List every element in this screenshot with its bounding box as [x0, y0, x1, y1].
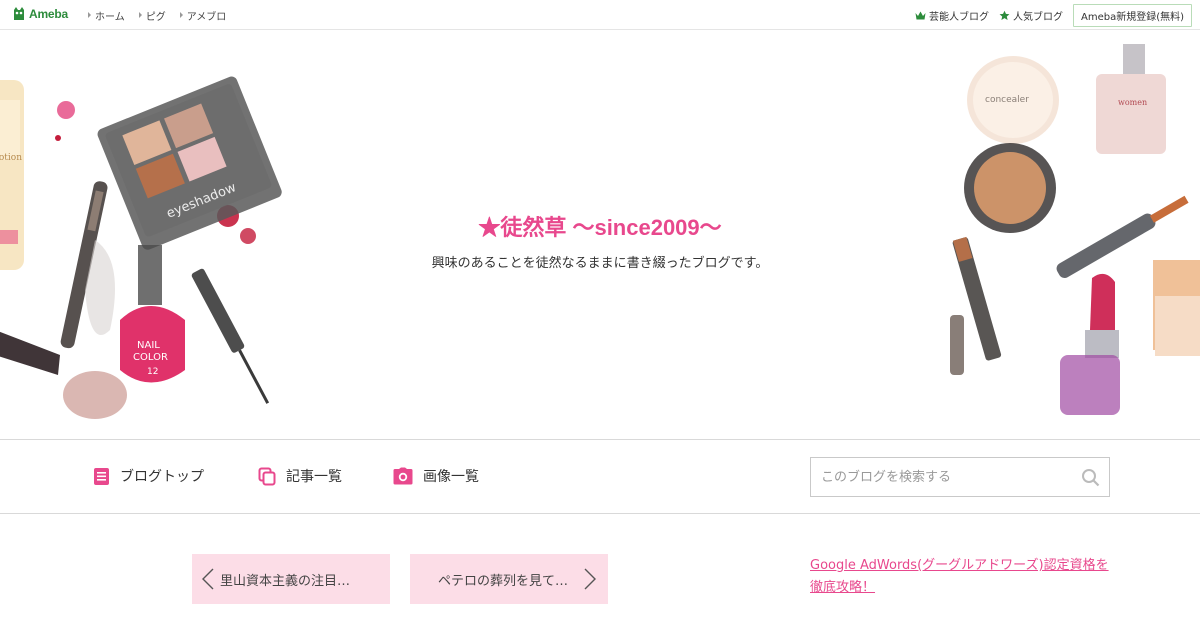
ameba-mascot-icon [14, 7, 24, 20]
nail-label-number: 12 [147, 367, 158, 377]
blog-title[interactable]: ★徒然草 ～since2009～ [0, 210, 1200, 242]
nav-item-label: 画像一覧 [423, 469, 479, 485]
prev-article-button[interactable]: 里山資本主義の注目… [192, 554, 390, 604]
top-nav-ameblo[interactable]: アメブロ [179, 8, 227, 23]
camera-icon [393, 467, 413, 485]
celebrity-blog-label: 芸能人ブログ [928, 11, 989, 23]
chevron-right-icon [584, 568, 596, 590]
nail-label-2: COLOR [133, 352, 168, 363]
search-input[interactable] [811, 459, 1071, 495]
nav-item-label: ブログトップ [120, 469, 204, 485]
adwords-link[interactable]: Google AdWords(グーグルアドワーズ)認定資格を徹底攻略！ [810, 555, 1120, 599]
arrow-right-icon [179, 12, 183, 18]
arrow-right-icon [138, 12, 142, 18]
ameba-logo[interactable]: Ameba [12, 6, 68, 22]
nail-label-1: NAIL [137, 340, 160, 351]
star-icon [999, 10, 1010, 20]
prev-article-label: 里山資本主義の注目… [220, 573, 351, 589]
top-nav-label: ホーム [95, 11, 125, 23]
next-article-label: ペテロの葬列を見て… [438, 573, 569, 589]
top-nav-pigg[interactable]: ピグ [138, 8, 166, 23]
celebrity-blog-link[interactable]: 芸能人ブログ [915, 8, 989, 23]
arrow-right-icon [88, 12, 91, 18]
blog-header: lotion eyeshadow NAIL COLOR 12 [0, 30, 1200, 440]
top-nav-label: アメブロ [186, 11, 227, 23]
blog-description: 興味のあることを徒然なるままに書き綴ったブログです。 [431, 256, 769, 271]
next-article-button[interactable]: ペテロの葬列を見て… [410, 554, 608, 604]
popular-blog-label: 人気ブログ [1012, 11, 1063, 23]
nav-blog-top[interactable]: ブログトップ [93, 466, 204, 486]
top-nav-home[interactable]: ホーム [88, 8, 125, 23]
crown-icon [915, 11, 926, 19]
top-nav-label: ピグ [145, 11, 166, 23]
signup-button[interactable]: Ameba新規登録(無料) [1072, 3, 1192, 27]
nav-article-list[interactable]: 記事一覧 [258, 466, 342, 486]
top-bar: Ameba ホーム ピグ アメブロ 芸能人ブログ 人気ブログ Ameba新規登録… [0, 0, 1200, 30]
document-icon [94, 467, 109, 485]
top-right-links: 芸能人ブログ 人気ブログ Ameba新規登録(無料) [915, 0, 1192, 30]
nav-image-list[interactable]: 画像一覧 [393, 466, 479, 486]
blog-search [810, 457, 1110, 497]
svg-text:lotion: lotion [0, 153, 22, 163]
compact-label: concealer [985, 95, 1029, 105]
nav-item-label: 記事一覧 [286, 469, 342, 485]
blog-nav: ブログトップ 記事一覧 画像一覧 [0, 441, 1200, 514]
copy-icon [258, 467, 276, 485]
chevron-left-icon [202, 568, 214, 590]
top-nav: ホーム ピグ アメブロ [88, 0, 226, 30]
search-icon[interactable] [1081, 468, 1100, 487]
popular-blog-link[interactable]: 人気ブログ [999, 8, 1063, 23]
logo-text: Ameba [29, 7, 69, 21]
perfume-label: women [1118, 98, 1147, 107]
